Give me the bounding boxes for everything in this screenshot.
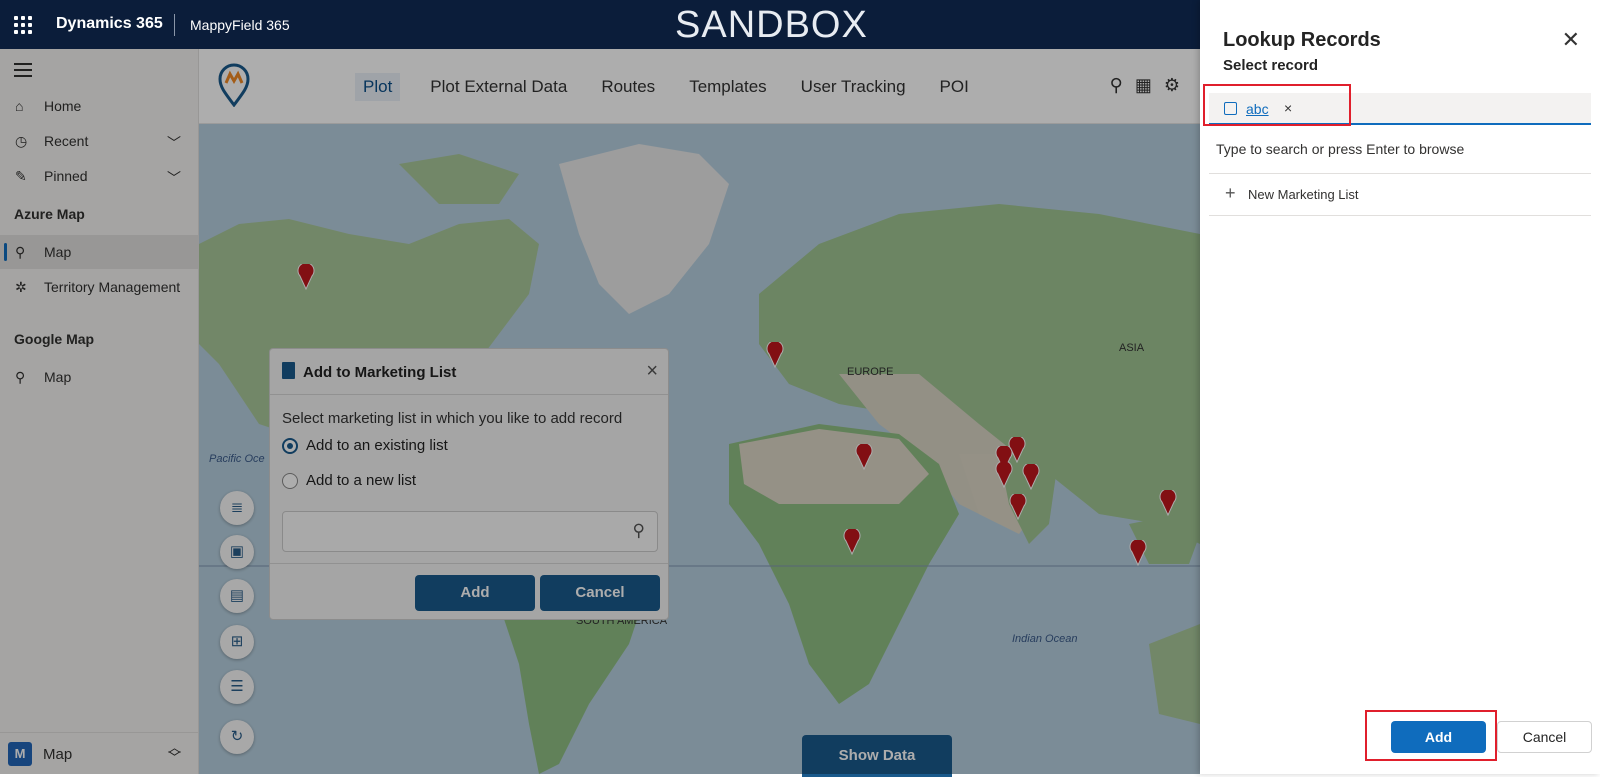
panel-add-button[interactable]: Add — [1391, 721, 1486, 753]
app-name[interactable]: MappyField 365 — [190, 17, 290, 33]
lookup-records-panel: Lookup Records Select record ✕ abc × Typ… — [1200, 0, 1600, 774]
app-launcher-icon[interactable] — [14, 16, 32, 34]
divider — [1209, 215, 1591, 216]
modal-overlay — [0, 49, 1200, 774]
brand-name[interactable]: Dynamics 365 — [56, 15, 163, 33]
close-icon[interactable]: ✕ — [1562, 27, 1580, 53]
panel-subtitle: Select record — [1223, 57, 1319, 74]
highlight-box — [1203, 84, 1351, 126]
new-marketing-list-label: New Marketing List — [1248, 187, 1359, 202]
panel-cancel-button[interactable]: Cancel — [1497, 721, 1592, 753]
plus-icon: + — [1225, 183, 1236, 203]
divider — [174, 14, 175, 36]
environment-banner: SANDBOX — [675, 4, 868, 46]
panel-title: Lookup Records — [1223, 29, 1381, 51]
lookup-hint: Type to search or press Enter to browse — [1216, 141, 1465, 157]
divider — [1209, 173, 1591, 174]
top-navigation-bar: Dynamics 365 MappyField 365 SANDBOX — [0, 0, 1200, 49]
